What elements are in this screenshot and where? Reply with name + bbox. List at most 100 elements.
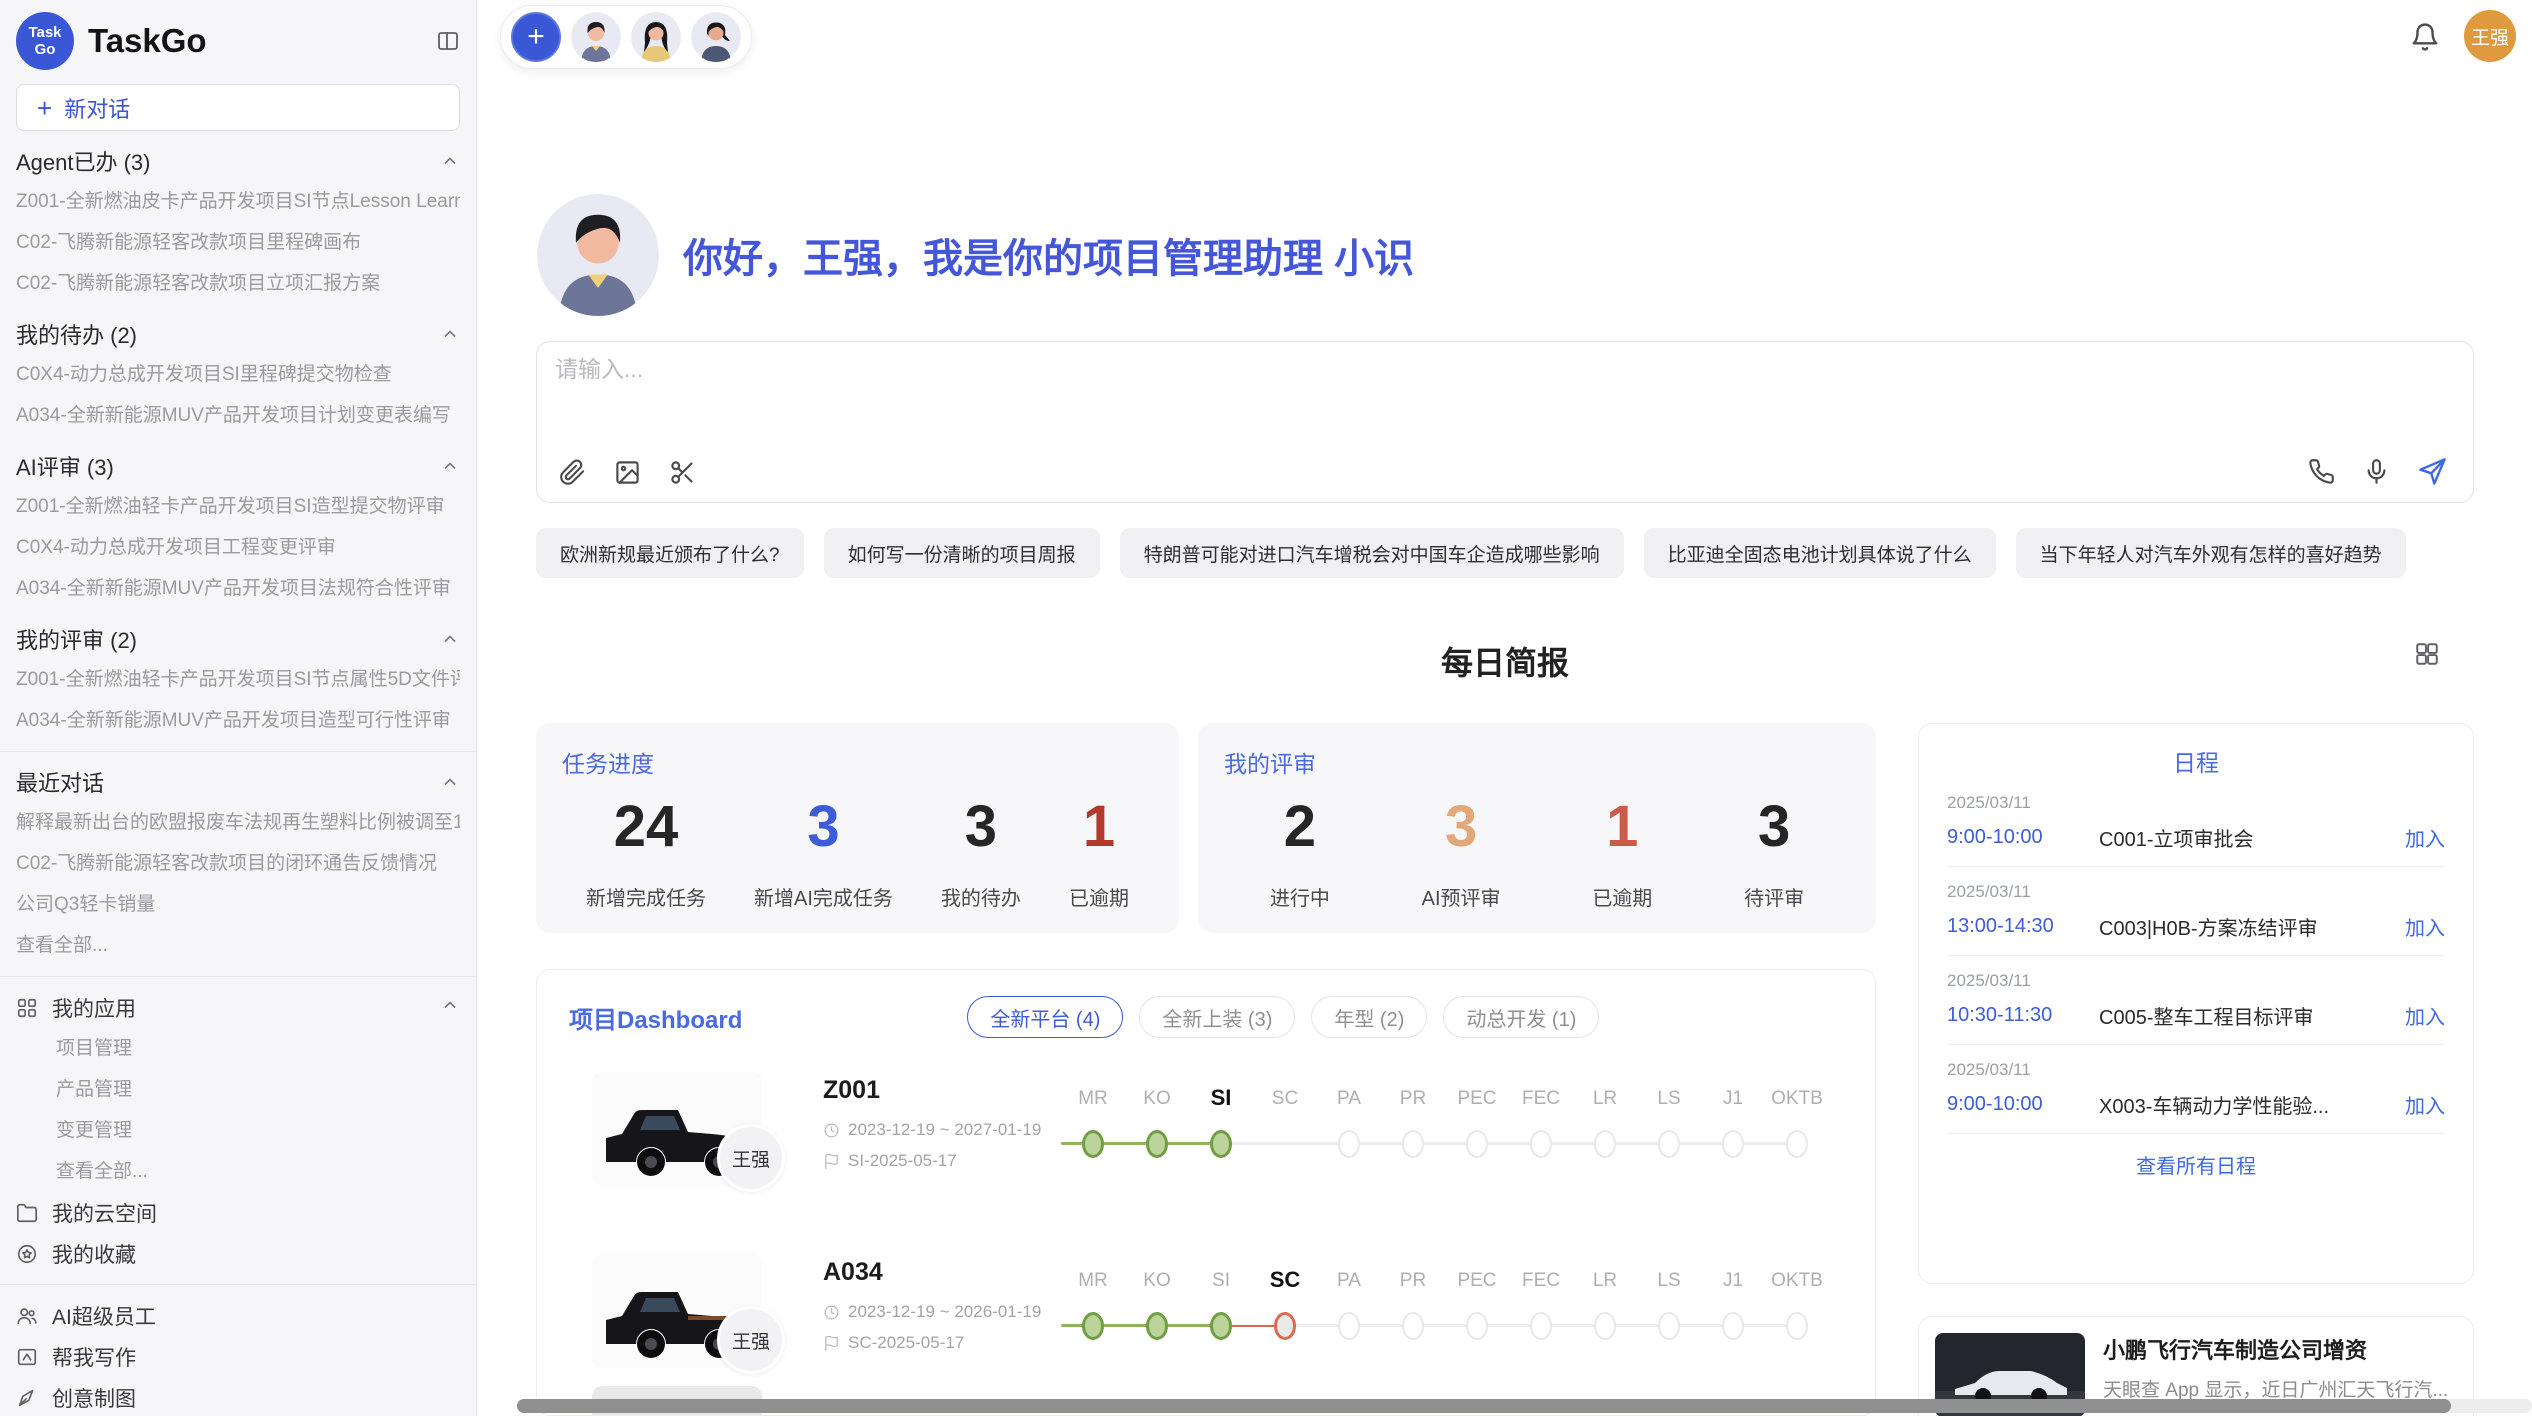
chevron-up-icon[interactable]: [440, 151, 460, 171]
chevron-up-icon[interactable]: [440, 629, 460, 649]
clock-icon: [823, 1122, 840, 1139]
schedule-time: 9:00-10:00: [1947, 826, 2089, 849]
main-content: + 王强 你好，王强，我是你的项目管理助理 小识: [477, 0, 2532, 1416]
tab-new-platform[interactable]: 全新平台 (4): [967, 996, 1123, 1038]
greeting-section: 你好，王强，我是你的项目管理助理 小识: [537, 194, 1414, 316]
greeting-text: 你好，王强，我是你的项目管理助理 小识: [683, 226, 1414, 284]
recent-chat-item[interactable]: 解释最新出台的欧盟报废车法规再生塑料比例被调至15%...: [16, 802, 460, 843]
current-milestone-label: SC: [1253, 1267, 1317, 1293]
dashboard-header: 项目Dashboard 全新平台 (4) 全新上装 (3) 年型 (2) 动总开…: [537, 996, 1875, 1038]
my-favorites[interactable]: 我的收藏: [16, 1233, 460, 1274]
assistant-avatar-3[interactable]: [691, 12, 741, 62]
schedule-date: 2025/03/11: [1947, 971, 2445, 991]
suggestion-chip[interactable]: 特朗普可能对进口汽车增税会对中国车企造成哪些影响: [1120, 528, 1624, 578]
chat-input[interactable]: [555, 356, 1755, 383]
join-meeting-link[interactable]: 加入: [2405, 823, 2445, 852]
schedule-card: 日程 2025/03/11 9:00-10:00 C001-立项审批会 加入 2…: [1918, 723, 2474, 1284]
recent-chat-item[interactable]: 公司Q3轻卡销量: [16, 884, 460, 925]
task-item[interactable]: C02-飞腾新能源轻客改款项目立项汇报方案: [16, 263, 460, 304]
section-header-my-todo[interactable]: 我的待办 (2): [16, 314, 460, 354]
section-header-ai-review[interactable]: AI评审 (3): [16, 446, 460, 486]
star-badge-icon: [16, 1243, 38, 1265]
new-chat-button[interactable]: + 新对话: [16, 84, 460, 131]
milestone-dot-todo: [1722, 1130, 1744, 1158]
section-header-my-review[interactable]: 我的评审 (2): [16, 619, 460, 659]
news-title: 小鹏飞行汽车制造公司增资: [2103, 1333, 2448, 1365]
paperclip-icon[interactable]: [559, 459, 586, 486]
notifications-bell-icon[interactable]: [2410, 22, 2440, 57]
app-item-project-mgmt[interactable]: 项目管理: [16, 1028, 460, 1069]
chat-composer: [536, 341, 2474, 503]
schedule-time: 10:30-11:30: [1947, 1004, 2089, 1027]
tool-help-write[interactable]: 帮我写作: [16, 1336, 460, 1377]
milestone-dot-todo: [1786, 1130, 1808, 1158]
image-icon[interactable]: [614, 459, 641, 486]
chevron-up-icon[interactable]: [440, 772, 460, 792]
recent-chat-item[interactable]: C02-飞腾新能源轻客改款项目的闭环通告反馈情况: [16, 843, 460, 884]
schedule-event-name: X003-车辆动力学性能验...: [2099, 1090, 2395, 1119]
my-cloud-space[interactable]: 我的云空间: [16, 1192, 460, 1233]
horizontal-scrollbar-thumb[interactable]: [517, 1399, 2451, 1413]
collapse-sidebar-icon[interactable]: [436, 29, 460, 53]
plus-icon: +: [37, 95, 52, 121]
suggestion-chip[interactable]: 当下年轻人对汽车外观有怎样的喜好趋势: [2016, 528, 2406, 578]
assistant-avatar-2[interactable]: [631, 12, 681, 62]
task-item[interactable]: Z001-全新燃油轻卡产品开发项目SI造型提交物评审: [16, 486, 460, 527]
mic-icon[interactable]: [2363, 458, 2390, 485]
milestone-dot-done: [1210, 1130, 1232, 1158]
send-icon[interactable]: [2418, 457, 2447, 486]
join-meeting-link[interactable]: 加入: [2405, 1001, 2445, 1030]
layout-grid-icon[interactable]: [2414, 641, 2440, 672]
milestone-dot-todo: [1338, 1130, 1360, 1158]
join-meeting-link[interactable]: 加入: [2405, 1090, 2445, 1119]
tool-ai-super-staff[interactable]: AI超级员工: [16, 1295, 460, 1336]
task-item[interactable]: Z001-全新燃油轻卡产品开发项目SI节点属性5D文件评审: [16, 659, 460, 700]
view-all-apps-link[interactable]: 查看全部...: [16, 1151, 460, 1192]
task-item[interactable]: A034-全新新能源MUV产品开发项目法规符合性评审: [16, 568, 460, 609]
tab-powertrain[interactable]: 动总开发 (1): [1443, 996, 1599, 1038]
project-row-z001[interactable]: 王强 Z001 2023-12-19 ~ 2027-01-19 SI-2025-…: [537, 1072, 1875, 1232]
join-meeting-link[interactable]: 加入: [2405, 912, 2445, 941]
chevron-up-icon[interactable]: [440, 456, 460, 476]
scissors-icon[interactable]: [669, 459, 696, 486]
chevron-up-icon[interactable]: [440, 324, 460, 344]
section-header-recent-chats[interactable]: 最近对话: [16, 762, 460, 802]
schedule-item: 2025/03/11 13:00-14:30 C003|H0B-方案冻结评审 加…: [1947, 867, 2445, 956]
task-item[interactable]: C0X4-动力总成开发项目工程变更评审: [16, 527, 460, 568]
add-assistant-button[interactable]: +: [511, 12, 561, 62]
stat-pending-review: 3 待评审: [1744, 793, 1804, 911]
project-next-milestone: SI-2025-05-17: [823, 1151, 1055, 1171]
task-item[interactable]: A034-全新新能源MUV产品开发项目造型可行性评审: [16, 700, 460, 741]
tool-creative-draw[interactable]: 创意制图: [16, 1377, 460, 1416]
task-item[interactable]: C02-飞腾新能源轻客改款项目里程碑画布: [16, 222, 460, 263]
phone-icon[interactable]: [2308, 458, 2335, 485]
suggestion-chip[interactable]: 欧洲新规最近颁布了什么?: [536, 528, 804, 578]
task-item[interactable]: Z001-全新燃油皮卡产品开发项目SI节点Lesson Learn报告: [16, 181, 460, 222]
apps-grid-icon: [16, 997, 38, 1019]
milestone-dot-done: [1146, 1312, 1168, 1340]
section-my-apps: 我的应用 项目管理 产品管理 变更管理 查看全部... 我的云空间 我的收藏: [16, 987, 460, 1274]
suggestion-chip[interactable]: 如何写一份清晰的项目周报: [824, 528, 1100, 578]
section-header-agent-done[interactable]: Agent已办 (3): [16, 141, 460, 181]
my-apps-header[interactable]: 我的应用: [16, 987, 460, 1028]
suggestion-chip[interactable]: 比亚迪全固态电池计划具体说了什么: [1644, 528, 1996, 578]
chevron-up-icon[interactable]: [440, 995, 460, 1021]
milestone-dot-alert: [1274, 1312, 1296, 1340]
view-all-chats-link[interactable]: 查看全部...: [16, 925, 460, 966]
horizontal-scrollbar-track[interactable]: [517, 1399, 2532, 1413]
task-item[interactable]: A034-全新新能源MUV产品开发项目计划变更表编写: [16, 395, 460, 436]
stat-my-todo: 3 我的待办: [941, 793, 1021, 911]
task-item[interactable]: C0X4-动力总成开发项目SI里程碑提交物检查: [16, 354, 460, 395]
composer-attachments: [559, 459, 696, 486]
assistant-avatar-1[interactable]: [571, 12, 621, 62]
schedule-item: 2025/03/11 10:30-11:30 C005-整车工程目标评审 加入: [1947, 956, 2445, 1045]
schedule-event-name: C005-整车工程目标评审: [2099, 1001, 2395, 1030]
view-all-schedule-link[interactable]: 查看所有日程: [1947, 1150, 2445, 1179]
app-item-product-mgmt[interactable]: 产品管理: [16, 1069, 460, 1110]
project-date-range: 2023-12-19 ~ 2027-01-19: [823, 1120, 1055, 1140]
tab-new-body[interactable]: 全新上装 (3): [1139, 996, 1295, 1038]
tab-year-model[interactable]: 年型 (2): [1311, 996, 1427, 1038]
app-item-change-mgmt[interactable]: 变更管理: [16, 1110, 460, 1151]
user-avatar[interactable]: 王强: [2464, 10, 2516, 62]
dashboard-title: 项目Dashboard: [569, 1000, 742, 1035]
